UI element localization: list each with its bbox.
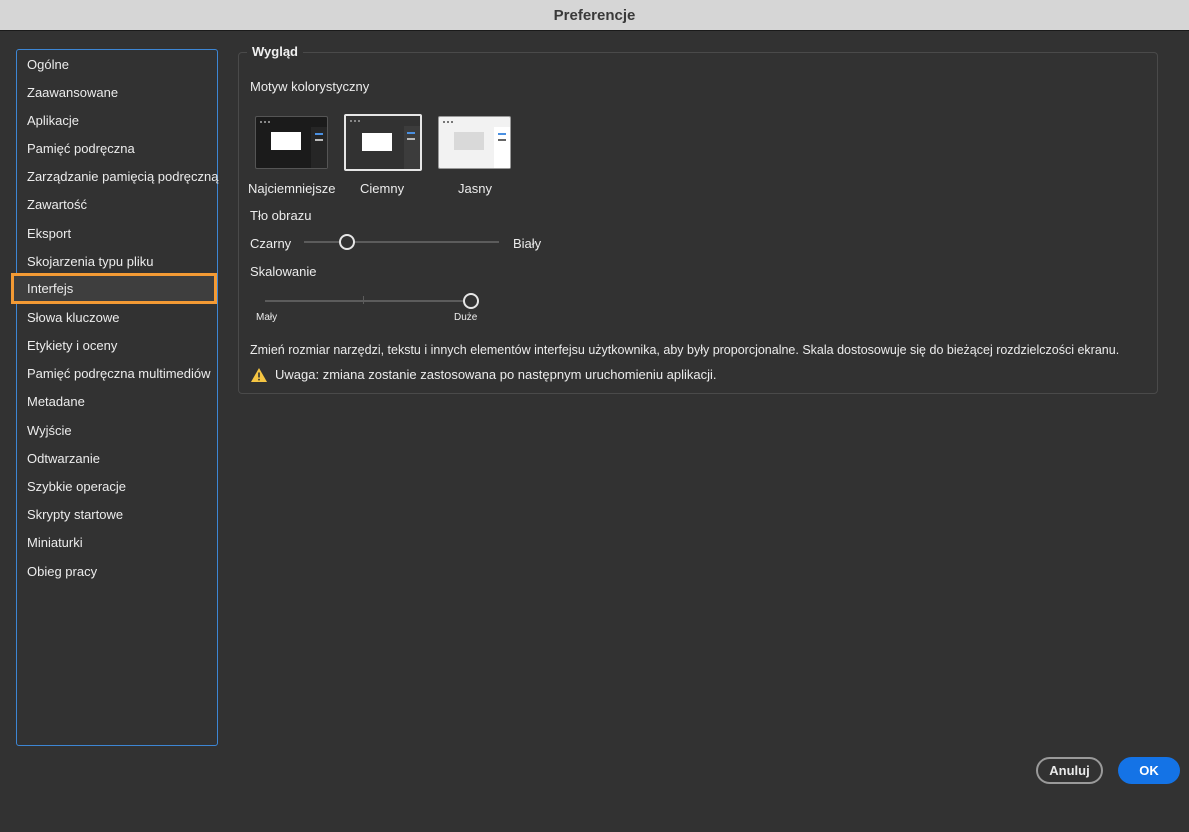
theme-darkest-swatch[interactable] [255, 116, 328, 169]
scaling-slider-thumb[interactable] [463, 293, 479, 309]
image-background-slider-track[interactable] [304, 241, 499, 243]
sidebar-item-content[interactable]: Zawartość [27, 194, 87, 216]
image-background-label: Tło obrazu [250, 208, 312, 223]
sidebar-item-advanced[interactable]: Zaawansowane [27, 82, 118, 104]
scaling-description: Zmień rozmiar narzędzi, tekstu i innych … [250, 343, 1120, 357]
warning-icon [251, 368, 267, 382]
scaling-min-label: Mały [256, 312, 278, 323]
sidebar-item-media-cache[interactable]: Pamięć podręczna multimediów [27, 363, 211, 385]
scaling-max-label: Duże [454, 312, 478, 323]
scaling-slider-tick [363, 296, 364, 304]
appearance-legend: Wygląd [247, 44, 303, 59]
sidebar-item-labels-ratings[interactable]: Etykiety i oceny [27, 335, 117, 357]
ok-button[interactable]: OK [1118, 757, 1180, 784]
restart-warning: Uwaga: zmiana zostanie zastosowana po na… [275, 367, 717, 382]
theme-dark-label: Ciemny [360, 181, 405, 196]
sidebar-item-general[interactable]: Ogólne [27, 54, 69, 76]
sidebar-item-export[interactable]: Eksport [27, 223, 71, 245]
scaling-label: Skalowanie [250, 264, 317, 279]
sidebar-item-metadata[interactable]: Metadane [27, 391, 85, 413]
scaling-slider-track[interactable] [265, 300, 471, 302]
sidebar-item-cache-management[interactable]: Zarządzanie pamięcią podręczną [27, 166, 219, 188]
title-bar: Preferencje [0, 0, 1189, 31]
sidebar-item-thumbnails[interactable]: Miniaturki [27, 532, 83, 554]
sidebar-item-quick-actions[interactable]: Szybkie operacje [27, 476, 126, 498]
theme-light-swatch[interactable] [438, 116, 511, 169]
color-theme-label: Motyw kolorystyczny [250, 79, 370, 94]
window-title: Preferencje [553, 6, 636, 24]
sidebar-item-keywords[interactable]: Słowa kluczowe [27, 307, 120, 329]
sidebar-item-workflow[interactable]: Obieg pracy [27, 561, 97, 583]
theme-light-preview [438, 116, 511, 169]
sidebar-item-file-type-associations[interactable]: Skojarzenia typu pliku [27, 251, 153, 273]
image-background-max-label: Biały [513, 236, 542, 251]
sidebar-item-applications[interactable]: Aplikacje [27, 110, 79, 132]
image-background-slider-thumb[interactable] [338, 234, 355, 250]
sidebar-item-cache[interactable]: Pamięć podręczna [27, 138, 135, 160]
sidebar-item-output[interactable]: Wyjście [27, 420, 72, 442]
appearance-group: Wygląd Motyw kolorystyczny Najciemniejsz… [238, 44, 1158, 394]
theme-dark-swatch[interactable] [344, 114, 422, 171]
theme-darkest-preview [255, 116, 328, 169]
sidebar-item-playback[interactable]: Odtwarzanie [27, 448, 100, 470]
cancel-button[interactable]: Anuluj [1036, 757, 1103, 784]
sidebar-item-interface[interactable]: Interfejs [11, 273, 217, 304]
preferences-category-list[interactable]: Ogólne Zaawansowane Aplikacje Pamięć pod… [11, 49, 219, 746]
theme-dark-preview [344, 114, 422, 171]
theme-darkest-label: Najciemniejsze [248, 181, 336, 196]
theme-light-label: Jasny [458, 181, 492, 196]
image-background-min-label: Czarny [250, 236, 292, 251]
sidebar-item-startup-scripts[interactable]: Skrypty startowe [27, 504, 123, 526]
